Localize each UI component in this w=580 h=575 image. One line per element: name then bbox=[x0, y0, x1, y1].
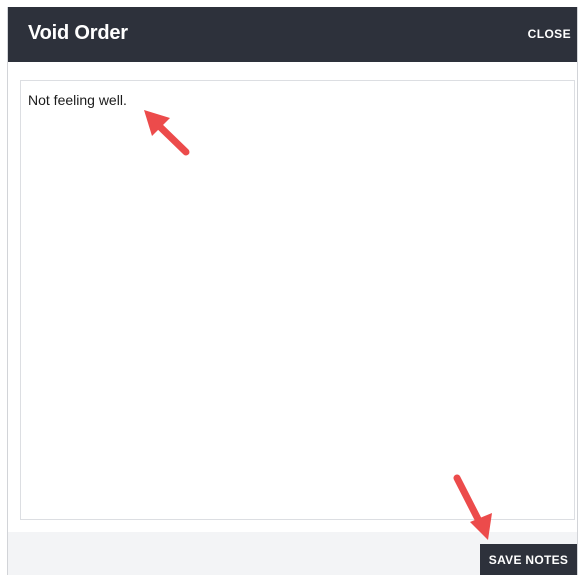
dialog-header: Void Order CLOSE bbox=[8, 7, 577, 62]
close-button[interactable]: CLOSE bbox=[528, 27, 571, 41]
dialog-body: Not feeling well. bbox=[8, 62, 577, 532]
dialog-title: Void Order bbox=[28, 22, 128, 44]
void-order-dialog: Void Order CLOSE Not feeling well. SAVE … bbox=[7, 7, 578, 575]
save-notes-button[interactable]: SAVE NOTES bbox=[480, 544, 577, 575]
notes-textarea[interactable]: Not feeling well. bbox=[20, 80, 575, 520]
